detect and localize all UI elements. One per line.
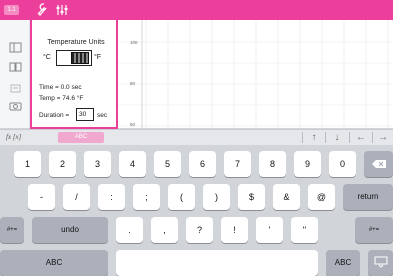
abc-key-left[interactable]: ABC [0,250,108,276]
top-toolbar: 1.1 [0,0,393,20]
graph-grid [118,20,393,128]
key-colon[interactable]: : [98,184,125,210]
fahrenheit-label: °F [94,54,102,61]
temp-readout: Temp = 74.6 °F [39,95,84,102]
key-ampersand[interactable]: & [273,184,300,210]
key-3[interactable]: 3 [84,151,111,177]
key-8[interactable]: 8 [259,151,286,177]
pencil-icon[interactable] [9,83,22,94]
duration-unit: sec [97,112,108,119]
key-2[interactable]: 2 [49,151,76,177]
left-rail [0,20,30,128]
divider [372,132,373,143]
onscreen-keyboard: 1 2 3 4 5 6 7 8 9 0 - / : ; ( ) $ & @ re… [0,145,393,276]
key-close-paren[interactable]: ) [203,184,230,210]
key-quote[interactable]: " [291,217,318,243]
sliders-icon[interactable] [55,3,69,17]
key-minus[interactable]: - [28,184,55,210]
page-tab-label: 1.1 [7,7,16,13]
return-key[interactable]: return [343,184,393,210]
y-tick-label: 100 [130,40,138,45]
key-open-paren[interactable]: ( [168,184,195,210]
pages-icon[interactable] [9,42,22,53]
y-tick-label: 60 [130,122,136,127]
delete-key[interactable] [364,151,393,177]
arrow-down-button[interactable]: ↓ [329,131,345,144]
key-slash[interactable]: / [63,184,90,210]
key-4[interactable]: 4 [119,151,146,177]
temperature-settings-panel: Temperature Units °C °F Time = 0.0 sec T… [30,20,118,129]
arrow-up-button[interactable]: ↑ [306,131,322,144]
entry-bar: fx [x] ABC ↑ ↓ ← → [0,129,393,145]
arrow-left-button[interactable]: ← [353,131,369,144]
abc-mode-button[interactable]: ABC [58,132,104,143]
toggle-knob[interactable] [71,52,89,64]
panel-title: Temperature Units [47,39,105,46]
duration-label: Duration = [39,112,70,119]
key-7[interactable]: 7 [224,151,251,177]
time-readout: Time = 0.0 sec [39,84,82,91]
key-6[interactable]: 6 [189,151,216,177]
symbols-key-right[interactable]: #+= [355,217,393,243]
key-at[interactable]: @ [308,184,335,210]
symbols-key-left[interactable]: #+= [0,217,24,243]
celsius-label: °C [43,54,51,61]
space-key[interactable] [116,250,318,276]
abc-key-right[interactable]: ABC [326,250,360,276]
key-apostrophe[interactable]: ' [256,217,283,243]
key-period[interactable]: . [116,217,143,243]
y-tick-label: 80 [130,81,136,86]
book-icon[interactable] [9,61,22,72]
key-5[interactable]: 5 [154,151,181,177]
wrench-icon[interactable] [36,3,48,17]
divider [325,132,326,143]
unit-toggle[interactable] [56,50,92,66]
key-comma[interactable]: , [151,217,178,243]
key-exclamation[interactable]: ! [221,217,248,243]
key-1[interactable]: 1 [14,151,41,177]
fx-button[interactable]: fx [x] [6,133,21,141]
keyboard-hide-icon [374,256,387,268]
key-semicolon[interactable]: ; [133,184,160,210]
camera-icon[interactable] [9,100,22,111]
keyboard-dismiss-key[interactable] [368,250,393,276]
divider [349,132,350,143]
backspace-icon [371,160,386,168]
key-9[interactable]: 9 [294,151,321,177]
key-question[interactable]: ? [186,217,213,243]
graph-area[interactable]: 100 80 60 [118,20,393,128]
duration-input[interactable]: 30 [76,108,94,121]
arrow-right-button[interactable]: → [375,131,391,144]
key-0[interactable]: 0 [329,151,356,177]
page-tab[interactable]: 1.1 [4,5,19,15]
key-dollar[interactable]: $ [238,184,265,210]
divider [302,132,303,143]
undo-key[interactable]: undo [32,217,108,243]
